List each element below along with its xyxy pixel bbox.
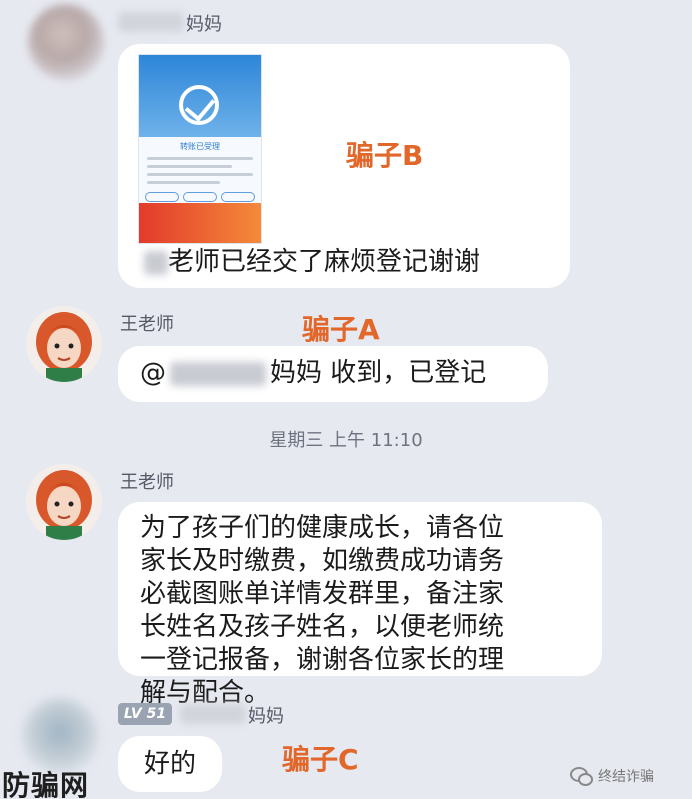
level-badge: LV 51	[118, 703, 172, 725]
scammer-a-label: 骗子A	[302, 313, 380, 346]
message-line: 必截图账单详情发群里，备注家	[140, 579, 505, 609]
check-icon	[179, 85, 219, 125]
message-line: 为了孩子们的健康成长，请各位	[140, 513, 505, 543]
message-text: 妈妈 收到，已登记	[270, 358, 487, 388]
mention-symbol: @	[140, 358, 166, 388]
message-bubble[interactable]: @ 妈妈 收到，已登记	[118, 346, 548, 402]
message-line: 家长及时缴费，如缴费成功请务	[140, 546, 505, 576]
scammer-c-label: 骗子C	[282, 743, 359, 776]
teacher-avatar-icon	[26, 464, 102, 540]
sender-name: 王老师	[120, 472, 174, 493]
teacher-avatar[interactable]	[26, 306, 102, 382]
message-line: 长姓名及孩子姓名，以便老师统	[140, 612, 505, 642]
receipt-title: 转账已受理	[180, 142, 220, 151]
receipt-banner	[139, 203, 261, 243]
sender-name: 妈妈	[186, 14, 222, 35]
sender-name: 王老师	[120, 314, 174, 335]
scammer-b-label: 骗子B	[346, 139, 424, 172]
watermark-right-text: 终结诈骗	[598, 769, 654, 785]
message-text: 好的	[143, 749, 196, 779]
teacher-avatar-icon	[26, 306, 102, 382]
watermark-left: 防骗网	[2, 769, 90, 799]
message-line: 一登记报备，谢谢各位家长的理	[140, 645, 505, 675]
message-bubble[interactable]: 好的	[118, 736, 222, 792]
payment-receipt-image[interactable]: 转账已受理	[138, 54, 262, 244]
avatar[interactable]	[28, 4, 104, 80]
timestamp: 星期三 上午 11:10	[269, 430, 423, 451]
sender-name-blurred	[118, 12, 184, 32]
message-text: 老师已经交了麻烦登记谢谢	[168, 247, 481, 277]
sender-name: 妈妈	[248, 706, 284, 727]
wechat-icon	[570, 767, 593, 786]
blurred-name	[144, 250, 168, 275]
teacher-avatar[interactable]	[26, 464, 102, 540]
avatar[interactable]	[22, 698, 98, 774]
sender-name-blurred	[180, 704, 246, 724]
watermark-right: 终结诈骗	[570, 766, 654, 786]
blurred-name	[170, 361, 266, 386]
message-bubble[interactable]: 为了孩子们的健康成长，请各位 家长及时缴费，如缴费成功请务 必截图账单详情发群里…	[118, 502, 602, 708]
